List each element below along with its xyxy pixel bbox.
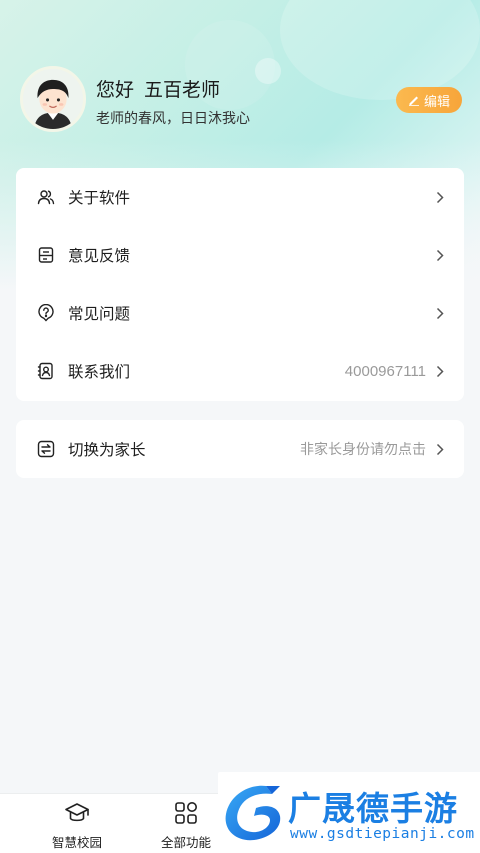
menu-item-contact[interactable]: 联系我们 4000967111 [16, 342, 464, 400]
watermark-url: www.gsdtiepianji.com [290, 826, 475, 842]
question-icon [36, 303, 56, 323]
teacher-avatar-icon [23, 69, 83, 129]
feedback-icon [36, 245, 56, 265]
chevron-right-icon [436, 190, 446, 204]
tab-smart-campus[interactable]: 智慧校园 [27, 794, 127, 853]
menu-item-label: 联系我们 [68, 364, 131, 381]
greeting-text: 您好 [96, 80, 135, 101]
avatar[interactable] [20, 66, 86, 132]
menu-item-about[interactable]: 关于软件 [16, 168, 464, 226]
user-motto: 老师的春风，日日沐我心 [96, 110, 250, 126]
contact-phone-number: 4000967111 [344, 362, 426, 380]
switch-to-parent-item[interactable]: 切换为家长 非家长身份请勿点击 [16, 420, 464, 478]
switch-role-card: 切换为家长 非家长身份请勿点击 [16, 420, 464, 478]
users-icon [36, 187, 56, 207]
profile-section: 您好 五百老师 老师的春风，日日沐我心 编辑 [20, 66, 462, 136]
user-name: 五百老师 [144, 80, 221, 101]
contact-icon [36, 361, 56, 381]
chevron-right-icon [436, 364, 446, 378]
switch-icon [36, 439, 56, 459]
watermark-logo-icon [225, 785, 281, 841]
pencil-icon [408, 96, 419, 106]
chevron-right-icon [436, 248, 446, 262]
edit-profile-button[interactable]: 编辑 [396, 87, 462, 113]
site-watermark: 广晟德手游 www.gsdtiepianji.com [218, 772, 480, 853]
menu-item-faq[interactable]: 常见问题 [16, 284, 464, 342]
menu-item-feedback[interactable]: 意见反馈 [16, 226, 464, 284]
greeting-line: 您好 五百老师 [96, 75, 220, 102]
edit-label: 编辑 [423, 93, 450, 109]
menu-item-label: 常见问题 [68, 306, 131, 323]
switch-hint: 非家长身份请勿点击 [300, 441, 426, 457]
chevron-right-icon [436, 306, 446, 320]
switch-label: 切换为家长 [68, 442, 146, 459]
grid-apps-icon [173, 800, 199, 826]
chevron-right-icon [436, 442, 446, 456]
settings-menu-card: 关于软件 意见反馈 常见问题 联系我们 4000967111 [16, 168, 464, 401]
watermark-title: 广晟德手游 [288, 789, 458, 828]
graduation-cap-icon [64, 800, 90, 826]
tab-label: 智慧校园 [51, 836, 102, 850]
menu-item-label: 意见反馈 [68, 248, 131, 265]
menu-item-label: 关于软件 [68, 190, 131, 207]
